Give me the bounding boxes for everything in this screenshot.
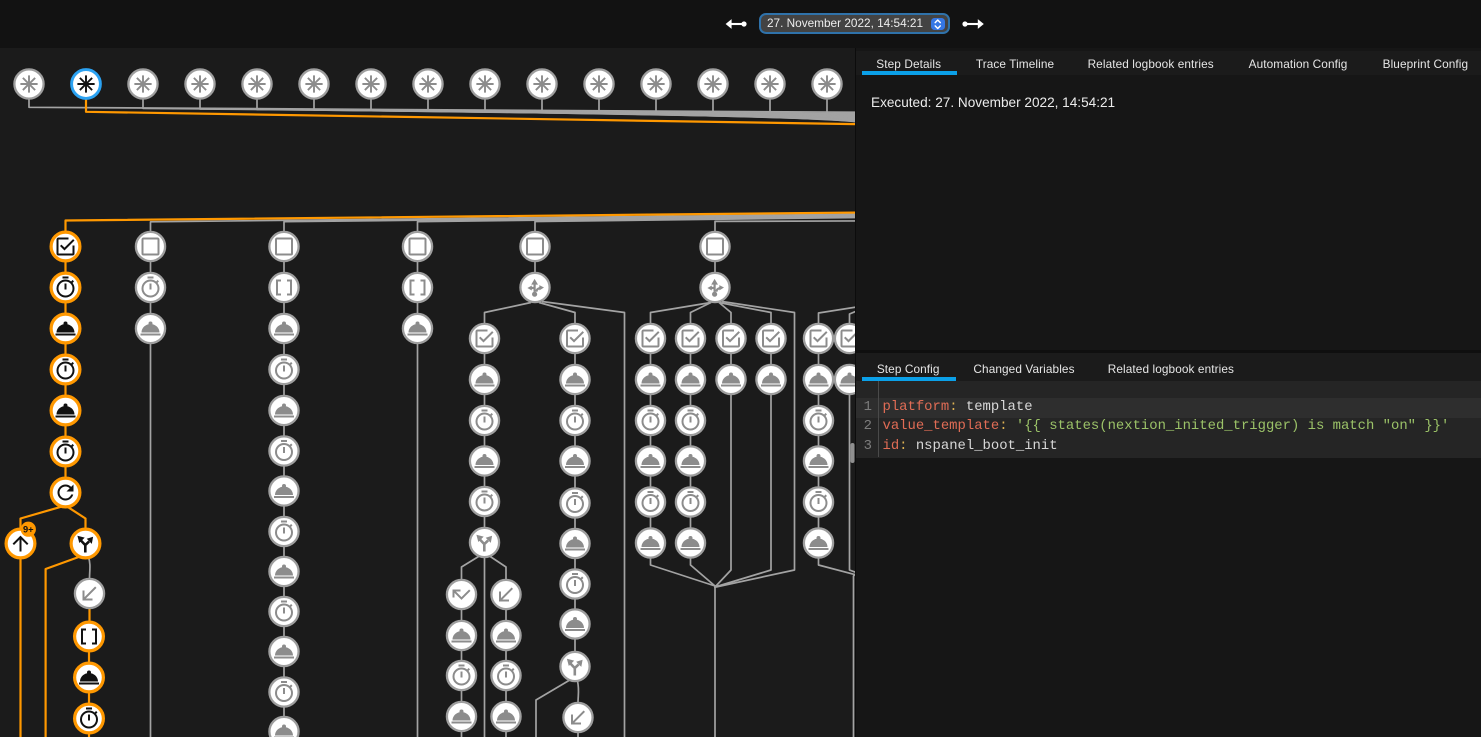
svg-text:9+: 9+ — [23, 524, 34, 534]
